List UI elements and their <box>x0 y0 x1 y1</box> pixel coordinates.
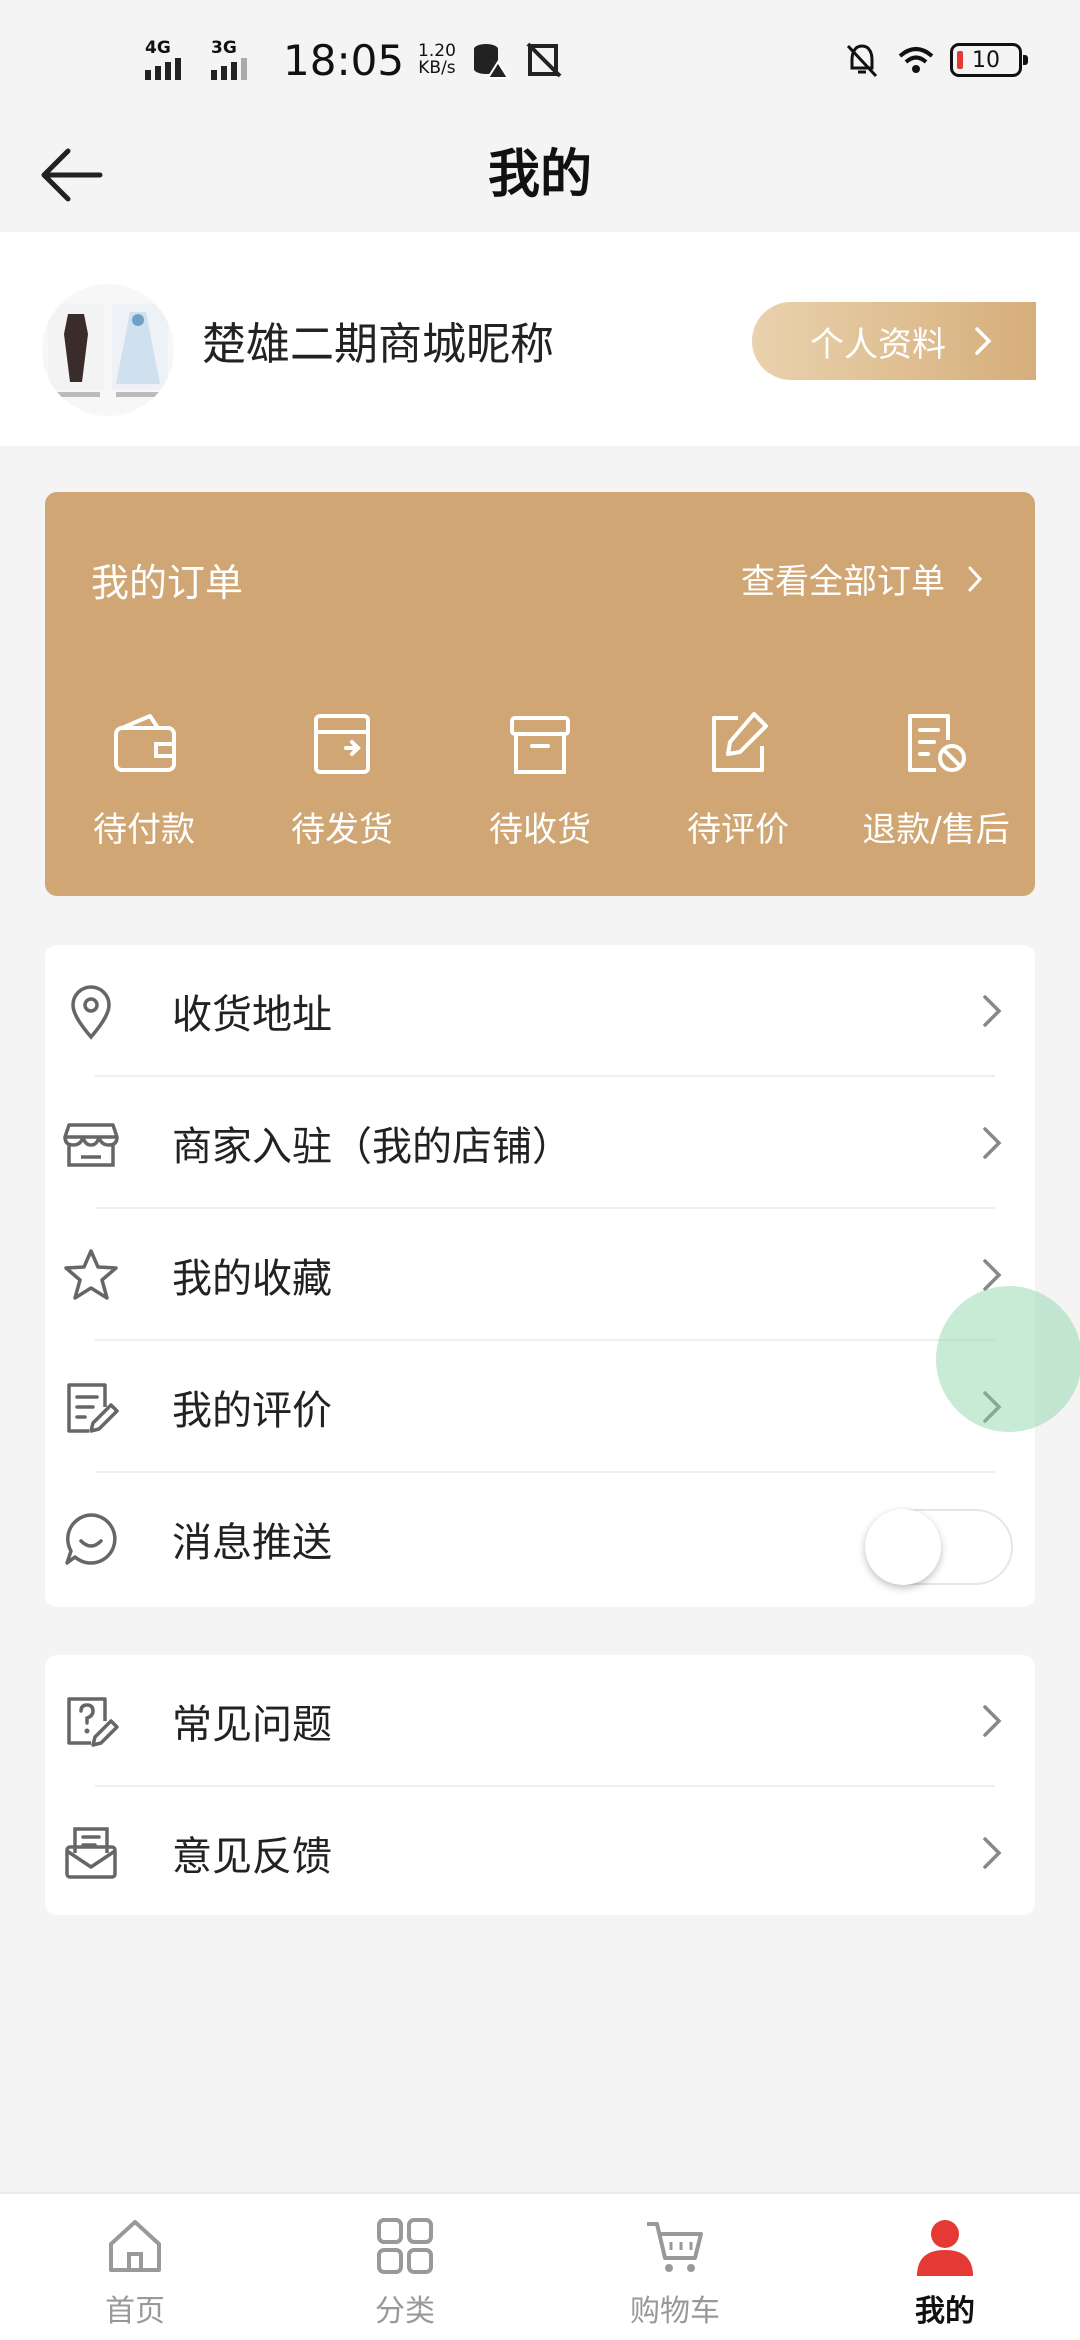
archive-icon <box>510 716 570 774</box>
battery-level: 10 <box>972 47 1000 73</box>
profile-button[interactable]: 个人资料 <box>752 302 1036 380</box>
chevron-right-icon <box>983 995 1002 1027</box>
menu-item-reviews[interactable]: 我的评价 <box>45 1341 1035 1473</box>
edit-icon <box>712 712 768 772</box>
toggle-knob <box>865 1509 941 1585</box>
order-item-label: 待发货 <box>291 810 393 850</box>
question-icon <box>67 1697 119 1747</box>
tab-label: 购物车 <box>630 2294 720 2329</box>
menu-item-address[interactable]: 收货地址 <box>45 945 1035 1077</box>
page-title: 我的 <box>487 145 592 205</box>
status-bar: 4G 3G 18:05 1.20 KB/s 10 <box>0 0 1080 120</box>
menu-item-favorites[interactable]: 我的收藏 <box>45 1209 1035 1341</box>
network-type: 4G <box>145 38 171 58</box>
menu-item-faq[interactable]: 常见问题 <box>45 1655 1035 1787</box>
review-icon <box>67 1383 119 1433</box>
menu-item-feedback[interactable]: 意见反馈 <box>45 1787 1035 1919</box>
order-pending-shipment[interactable]: 待发货 <box>243 704 441 851</box>
menu-item-label: 消息推送 <box>172 1520 332 1566</box>
menu-item-label: 我的评价 <box>172 1388 332 1434</box>
chat-icon <box>65 1513 117 1565</box>
no-sim-icon <box>526 42 562 78</box>
tab-mine[interactable]: 我的 <box>810 2194 1080 2340</box>
order-item-label: 待收货 <box>489 810 591 850</box>
tab-label: 我的 <box>915 2294 975 2329</box>
order-status-list: 待付款 待发货 待收货 待评价 退款/售后 <box>45 704 1035 851</box>
floating-assistive-button[interactable] <box>936 1286 1080 1432</box>
tab-category[interactable]: 分类 <box>270 2194 540 2340</box>
tab-label: 分类 <box>375 2294 435 2329</box>
wallet-icon <box>114 714 176 772</box>
order-pending-review[interactable]: 待评价 <box>639 704 837 851</box>
chevron-right-icon <box>968 566 983 591</box>
tab-cart[interactable]: 购物车 <box>540 2194 810 2340</box>
view-all-orders-label: 查看全部订单 <box>741 562 945 602</box>
status-right: 10 <box>842 40 1028 80</box>
home-icon <box>109 2220 161 2272</box>
chevron-right-icon <box>983 1127 1002 1159</box>
user-nickname: 楚雄二期商城昵称 <box>202 319 554 370</box>
user-icon <box>917 2220 973 2276</box>
order-pending-receipt[interactable]: 待收货 <box>441 704 639 851</box>
battery-icon: 10 <box>950 43 1028 77</box>
menu-item-label: 意见反馈 <box>172 1834 332 1880</box>
profile-section: 楚雄二期商城昵称 个人资料 <box>0 232 1080 446</box>
order-item-label: 待评价 <box>687 810 789 850</box>
network-type: 3G <box>211 38 237 58</box>
header: 我的 <box>0 120 1080 230</box>
order-item-label: 待付款 <box>93 810 195 850</box>
push-notifications-toggle[interactable] <box>865 1509 1013 1585</box>
menu-list-support: 常见问题 意见反馈 <box>45 1655 1035 1915</box>
avatar[interactable] <box>42 284 174 416</box>
profile-button-label: 个人资料 <box>810 324 946 365</box>
view-all-orders-link[interactable]: 查看全部订单 <box>741 554 983 603</box>
status-left: 4G 3G 18:05 1.20 KB/s <box>145 36 564 85</box>
menu-item-label: 常见问题 <box>172 1702 332 1748</box>
orders-card: 我的订单 查看全部订单 待付款 待发货 待收货 待评价 退款/售后 <box>45 492 1035 896</box>
network-speed: 1.20 KB/s <box>418 43 456 77</box>
order-refund-aftersales[interactable]: 退款/售后 <box>837 704 1035 851</box>
speed-unit: KB/s <box>418 58 456 78</box>
wifi-icon <box>898 47 934 73</box>
feedback-icon <box>65 1827 117 1879</box>
chevron-right-icon <box>983 1837 1002 1869</box>
menu-item-label: 我的收藏 <box>172 1256 332 1302</box>
menu-list-main: 收货地址 商家入驻（我的店铺） 我的收藏 我的评价 消息推送 <box>45 945 1035 1607</box>
grid-icon <box>377 2218 433 2274</box>
signal-3g-icon: 3G <box>211 38 263 82</box>
order-item-label: 退款/售后 <box>862 810 1010 850</box>
database-warning-icon <box>473 44 510 79</box>
orders-title: 我的订单 <box>91 561 244 605</box>
tab-home[interactable]: 首页 <box>0 2194 270 2340</box>
menu-item-merchant[interactable]: 商家入驻（我的店铺） <box>45 1077 1035 1209</box>
order-pending-payment[interactable]: 待付款 <box>45 704 243 851</box>
cart-icon <box>647 2222 703 2272</box>
my-page: 4G 3G 18:05 1.20 KB/s 10 我的 楚雄二期商城昵称 个人资… <box>0 0 1080 2340</box>
menu-item-push-notifications: 消息推送 <box>45 1473 1035 1605</box>
box-out-icon <box>314 714 370 774</box>
refund-icon <box>908 714 966 772</box>
menu-item-label: 商家入驻（我的店铺） <box>172 1124 572 1170</box>
chevron-right-icon <box>983 1705 1002 1737</box>
mute-bell-icon <box>846 44 878 78</box>
chevron-right-icon <box>975 327 992 355</box>
tab-label: 首页 <box>105 2294 165 2329</box>
signal-4g-icon: 4G <box>145 38 197 82</box>
avatar-image <box>48 304 168 397</box>
clock: 18:05 <box>283 35 405 85</box>
location-icon <box>71 985 111 1040</box>
bottom-tab-bar: 首页 分类 购物车 我的 <box>0 2192 1080 2340</box>
store-icon <box>63 1123 119 1167</box>
star-icon <box>64 1249 118 1300</box>
menu-item-label: 收货地址 <box>172 992 332 1038</box>
